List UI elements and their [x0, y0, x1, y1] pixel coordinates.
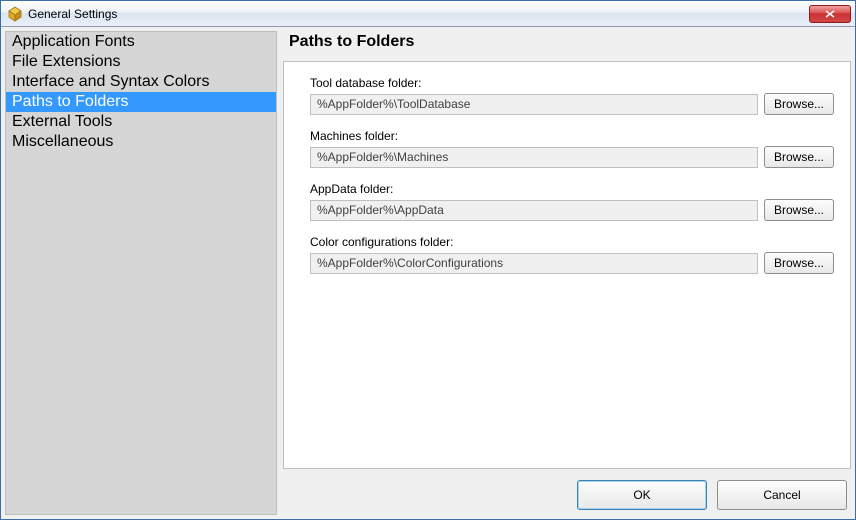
- browse-machines[interactable]: Browse...: [764, 146, 834, 168]
- panel-body: Tool database folder: Browse... Machines…: [283, 61, 851, 469]
- sidebar-item-paths-to-folders[interactable]: Paths to Folders: [6, 92, 276, 112]
- browse-tool-database[interactable]: Browse...: [764, 93, 834, 115]
- sidebar: Application Fonts File Extensions Interf…: [5, 31, 277, 515]
- close-icon: [825, 10, 835, 18]
- browse-color-config[interactable]: Browse...: [764, 252, 834, 274]
- sidebar-item-miscellaneous[interactable]: Miscellaneous: [6, 132, 276, 152]
- label-appdata: AppData folder:: [310, 182, 834, 196]
- input-color-config[interactable]: [310, 253, 758, 274]
- titlebar: General Settings: [1, 1, 855, 27]
- field-appdata: AppData folder: Browse...: [310, 182, 834, 221]
- row-color-config: Browse...: [310, 252, 834, 274]
- close-button[interactable]: [809, 5, 851, 23]
- row-machines: Browse...: [310, 146, 834, 168]
- browse-appdata[interactable]: Browse...: [764, 199, 834, 221]
- input-appdata[interactable]: [310, 200, 758, 221]
- sidebar-item-interface-syntax-colors[interactable]: Interface and Syntax Colors: [6, 72, 276, 92]
- client-area: Application Fonts File Extensions Interf…: [1, 27, 855, 519]
- sidebar-item-application-fonts[interactable]: Application Fonts: [6, 32, 276, 52]
- label-machines: Machines folder:: [310, 129, 834, 143]
- ok-button[interactable]: OK: [577, 480, 707, 510]
- cancel-button[interactable]: Cancel: [717, 480, 847, 510]
- input-tool-database[interactable]: [310, 94, 758, 115]
- sidebar-item-external-tools[interactable]: External Tools: [6, 112, 276, 132]
- field-color-config: Color configurations folder: Browse...: [310, 235, 834, 274]
- label-tool-database: Tool database folder:: [310, 76, 834, 90]
- window-title: General Settings: [28, 7, 809, 21]
- app-icon: [7, 6, 23, 22]
- input-machines[interactable]: [310, 147, 758, 168]
- panel-title: Paths to Folders: [283, 31, 851, 55]
- row-appdata: Browse...: [310, 199, 834, 221]
- button-bar: OK Cancel: [283, 475, 851, 515]
- sidebar-item-file-extensions[interactable]: File Extensions: [6, 52, 276, 72]
- main-area: Paths to Folders Tool database folder: B…: [283, 31, 851, 515]
- label-color-config: Color configurations folder:: [310, 235, 834, 249]
- field-machines: Machines folder: Browse...: [310, 129, 834, 168]
- row-tool-database: Browse...: [310, 93, 834, 115]
- field-tool-database: Tool database folder: Browse...: [310, 76, 834, 115]
